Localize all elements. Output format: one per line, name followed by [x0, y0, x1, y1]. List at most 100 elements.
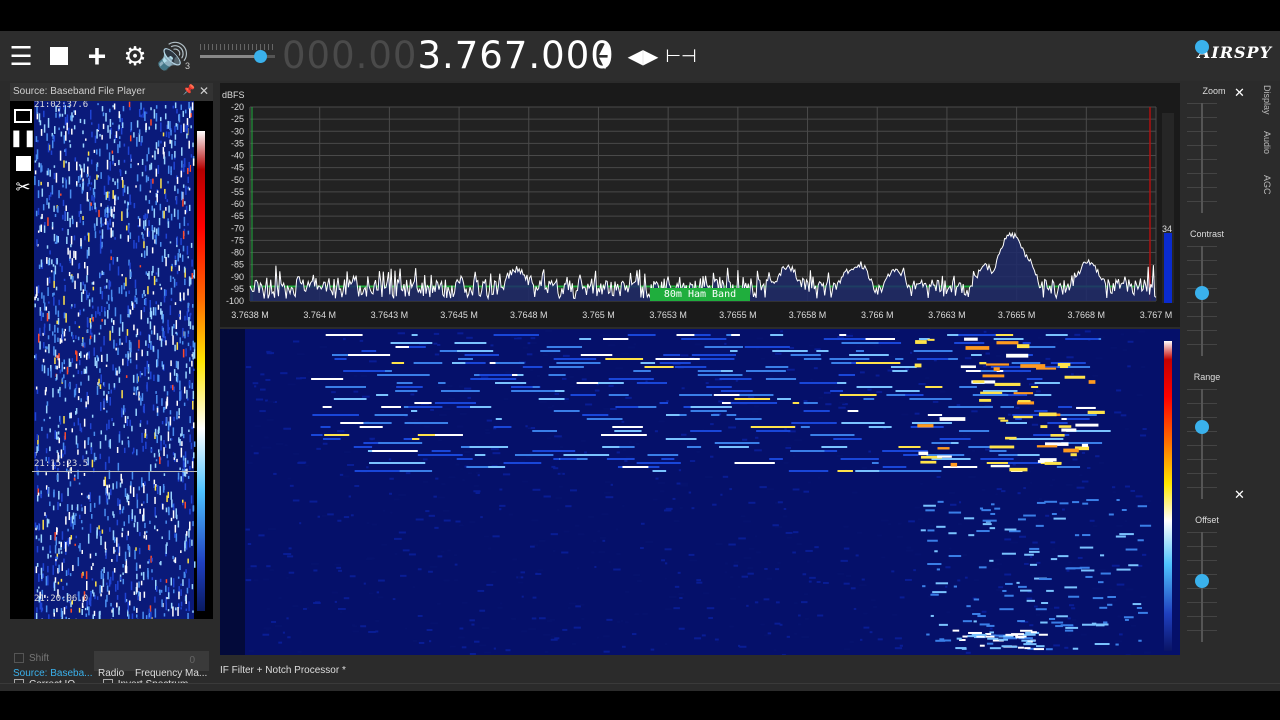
pause-icon[interactable]: ❚❚ — [10, 127, 36, 149]
file-waterfall-signal — [155, 586, 158, 592]
frequency-display[interactable]: 000.003.767.000 — [282, 34, 615, 78]
open-file-icon[interactable] — [12, 105, 34, 127]
stop-playback-icon[interactable] — [12, 152, 34, 174]
band-label[interactable]: 80m Ham Band — [650, 288, 750, 301]
pin-icon[interactable]: 📌 — [183, 85, 195, 96]
file-waterfall-signal — [177, 576, 180, 579]
file-waterfall-signal — [183, 292, 185, 301]
file-waterfall-signal — [100, 374, 102, 383]
waterfall-signal — [1026, 599, 1035, 602]
file-waterfall[interactable]: ❚❚ ✂ 21:02:37.6 21:15:23.5 21:20:06.0 — [10, 101, 213, 619]
frequency-leading-digits[interactable]: 000.00 — [282, 34, 417, 77]
tab-display[interactable]: Display — [1254, 85, 1272, 115]
file-waterfall-signal — [61, 113, 64, 117]
file-waterfall-signal — [92, 188, 95, 195]
volume-knob[interactable] — [254, 50, 267, 63]
waterfall-hotspot — [1040, 425, 1048, 429]
contrast-knob[interactable] — [1195, 285, 1209, 300]
file-waterfall-signal — [120, 285, 123, 295]
file-waterfall-signal — [47, 487, 49, 494]
tuning-leftright-icon[interactable]: ◀▶ — [628, 41, 659, 71]
file-waterfall-signal — [55, 305, 57, 315]
file-waterfall-signal — [113, 546, 115, 554]
file-waterfall-signal — [45, 387, 47, 392]
tab-audio[interactable]: Audio — [1254, 131, 1272, 154]
zoom-slider[interactable] — [1201, 103, 1203, 213]
file-waterfall-signal — [83, 342, 86, 348]
waterfall-signal — [644, 366, 674, 368]
file-waterfall-signal — [102, 578, 105, 587]
file-waterfall-signal — [117, 144, 119, 154]
file-waterfall-signal — [127, 225, 130, 233]
spectrum-display[interactable]: -20 -25 -30 -35 -40 -45 -50 -55 -60 -65 -70 -75 -80-… — [220, 83, 1180, 327]
file-waterfall-signal — [143, 298, 146, 306]
tab-radio[interactable]: Radio — [98, 668, 124, 679]
waterfall-signal — [1058, 414, 1097, 416]
y-tick-label: -30 — [231, 126, 244, 136]
file-waterfall-signal — [157, 349, 159, 359]
volume-slider[interactable] — [200, 50, 275, 63]
speaker-icon[interactable]: 🔊 — [157, 41, 189, 71]
file-waterfall-signal — [140, 114, 142, 118]
waterfall-signal — [395, 390, 418, 392]
tab-if-filter[interactable]: IF Filter + Notch Processor * — [220, 665, 346, 676]
hamburger-icon[interactable]: ☰ — [6, 41, 36, 71]
file-waterfall-signal — [145, 195, 147, 201]
shift-checkbox[interactable] — [14, 653, 24, 664]
file-waterfall-signal — [131, 613, 134, 619]
scissors-icon[interactable]: ✂ — [12, 176, 34, 198]
file-waterfall-signal — [90, 182, 93, 185]
file-waterfall-signal — [172, 589, 175, 594]
waterfall-display[interactable] — [220, 329, 1180, 655]
contrast-slider[interactable] — [1201, 246, 1203, 356]
waterfall-signal — [1028, 550, 1040, 553]
file-waterfall-signal — [119, 314, 122, 324]
tab-frequency-manager[interactable]: Frequency Ma... — [135, 668, 207, 679]
offset-knob[interactable] — [1195, 573, 1209, 588]
tuning-updown-icon[interactable]: ▲ ▼ — [590, 39, 620, 73]
file-waterfall-signal — [64, 432, 66, 440]
waterfall-signal — [404, 422, 449, 424]
file-waterfall-signal — [37, 207, 40, 215]
waterfall-hotspot — [1036, 445, 1058, 448]
file-waterfall-signal — [91, 578, 94, 581]
snap-icon[interactable]: ⊢⊣ — [665, 41, 696, 71]
status-bar — [0, 683, 1280, 691]
file-waterfall-signal — [141, 253, 143, 257]
file-waterfall-signal — [103, 285, 106, 289]
range-slider[interactable] — [1201, 389, 1203, 499]
file-waterfall-signal — [158, 426, 160, 434]
zoom-knob[interactable] — [1195, 39, 1209, 54]
file-waterfall-signal — [143, 215, 145, 219]
tab-source[interactable]: Source: Baseba... — [13, 668, 93, 679]
file-waterfall-signal — [103, 567, 105, 574]
file-waterfall-signal — [129, 419, 131, 427]
waterfall-signal — [971, 354, 982, 356]
file-waterfall-signal — [193, 441, 196, 447]
file-waterfall-signal — [128, 600, 131, 606]
gear-icon[interactable]: ⚙ — [120, 41, 150, 71]
plus-icon[interactable]: + — [82, 38, 112, 74]
file-waterfall-signal — [174, 557, 177, 564]
file-waterfall-signal — [139, 184, 142, 192]
file-waterfall-signal — [143, 535, 146, 539]
waterfall-signal — [434, 402, 476, 404]
tab-agc[interactable]: AGC — [1254, 175, 1272, 195]
stop-icon[interactable] — [44, 41, 74, 71]
close-icon[interactable]: ✕ — [1234, 487, 1245, 503]
file-waterfall-signal — [78, 545, 80, 549]
file-waterfall-signal — [112, 571, 114, 581]
file-waterfall-signal — [165, 544, 167, 554]
file-waterfall-signal — [129, 194, 131, 204]
waterfall-signal — [417, 454, 463, 456]
file-waterfall-signal — [167, 431, 170, 442]
file-waterfall-signal — [112, 190, 114, 199]
file-waterfall-signal — [52, 292, 54, 297]
waterfall-signal — [911, 422, 952, 424]
waterfall-hotspot — [1016, 344, 1030, 349]
close-icon[interactable]: ✕ — [199, 84, 209, 98]
file-waterfall-signal — [74, 543, 76, 546]
frequency-digits[interactable]: 3.767.000 — [417, 34, 614, 77]
file-waterfall-signal — [116, 256, 119, 262]
file-waterfall-signal — [138, 108, 141, 117]
